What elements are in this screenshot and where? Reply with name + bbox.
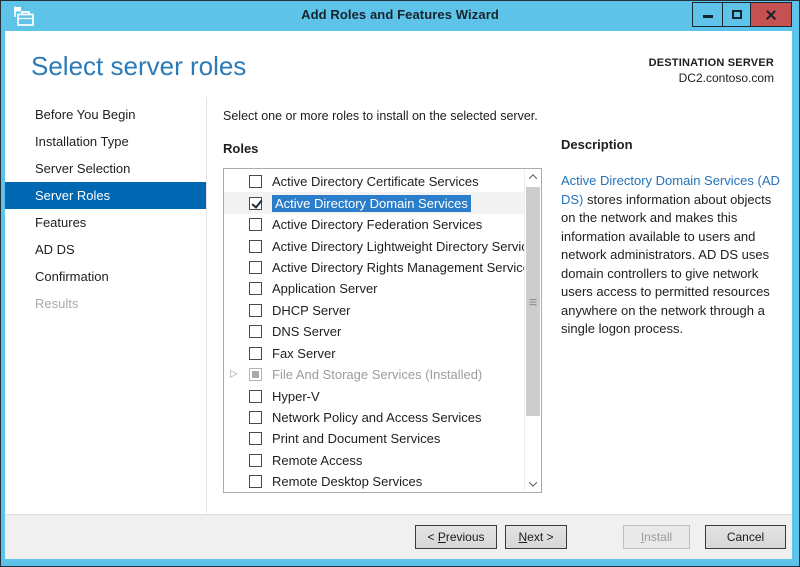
checkbox[interactable] [249,304,262,317]
role-label: Fax Server [272,346,336,361]
role-row-ad-certificate-services[interactable]: Active Directory Certificate Services [224,171,524,192]
sidebar-item-confirmation[interactable]: Confirmation [5,263,206,290]
role-label: Active Directory Certificate Services [272,174,479,189]
scrollbar-thumb[interactable] [526,187,540,416]
chevron-down-icon [529,478,537,486]
sidebar-item-before-you-begin[interactable]: Before You Begin [5,101,206,128]
checkbox[interactable] [249,325,262,338]
window-controls [693,2,792,27]
role-label: File And Storage Services (Installed) [272,367,482,382]
destination-server-value: DC2.contoso.com [649,71,774,85]
role-label: Hyper-V [272,389,320,404]
role-label: Application Server [272,281,378,296]
description-text: stores information about objects on the … [561,192,771,337]
install-button: Install [623,525,690,549]
page-title: Select server roles [31,51,246,82]
checkbox[interactable] [249,390,262,403]
roles-listbox: Active Directory Certificate Services Ac… [223,168,542,493]
role-label: Active Directory Federation Services [272,217,482,232]
role-row-dhcp-server[interactable]: DHCP Server [224,300,524,321]
description-heading: Description [561,137,789,152]
maximize-button[interactable] [722,2,751,27]
next-button[interactable]: Next > [505,525,567,549]
sidebar-item-installation-type[interactable]: Installation Type [5,128,206,155]
role-row-file-and-storage-services[interactable]: ▷ File And Storage Services (Installed) [224,364,524,385]
role-label: Remote Access [272,453,362,468]
instruction-text: Select one or more roles to install on t… [223,109,538,123]
destination-block: DESTINATION SERVER DC2.contoso.com [649,57,774,85]
role-row-ad-federation-services[interactable]: Active Directory Federation Services [224,214,524,235]
scrollbar-grip-icon [530,299,537,300]
sidebar-item-server-roles[interactable]: Server Roles [5,182,206,209]
button-text: < [427,530,437,544]
role-row-ad-lightweight-directory-services[interactable]: Active Directory Lightweight Directory S… [224,235,524,256]
role-row-remote-desktop-services[interactable]: Remote Desktop Services [224,471,524,492]
role-row-dns-server[interactable]: DNS Server [224,321,524,342]
role-label: Network Policy and Access Services [272,410,482,425]
checkbox[interactable] [249,454,262,467]
role-label: Print and Document Services [272,431,440,446]
role-row-hyper-v[interactable]: Hyper-V [224,385,524,406]
role-row-ad-domain-services[interactable]: Active Directory Domain Services [224,192,524,213]
description-panel: Description Active Directory Domain Serv… [561,137,789,339]
checkbox-indeterminate[interactable] [249,368,262,381]
role-label: Remote Desktop Services [272,474,422,489]
sidebar-separator [206,97,207,513]
titlebar: Add Roles and Features Wizard [1,1,799,31]
checkbox-checked[interactable] [249,197,262,210]
button-text: Cancel [727,530,764,544]
description-body: Active Directory Domain Services (AD DS)… [561,172,789,339]
window-title: Add Roles and Features Wizard [1,7,799,22]
button-accel: P [438,530,446,544]
wizard-steps-nav: Before You Begin Installation Type Serve… [5,101,206,317]
minimize-icon [703,15,713,18]
sidebar-item-server-selection[interactable]: Server Selection [5,155,206,182]
roles-rows: Active Directory Certificate Services Ac… [224,169,524,492]
chevron-up-icon [529,174,537,182]
checkbox[interactable] [249,347,262,360]
checkbox[interactable] [249,175,262,188]
role-row-remote-access[interactable]: Remote Access [224,450,524,471]
button-text: ext > [527,530,553,544]
checkbox[interactable] [249,240,262,253]
wizard-window: Add Roles and Features Wizard Select ser… [0,0,800,567]
role-label: DHCP Server [272,303,351,318]
role-label: Active Directory Rights Management Servi… [272,260,524,275]
sidebar-item-features[interactable]: Features [5,209,206,236]
previous-button[interactable]: < Previous [415,525,497,549]
sidebar-item-results: Results [5,290,206,317]
checkbox[interactable] [249,475,262,488]
checkbox[interactable] [249,411,262,424]
checkbox[interactable] [249,218,262,231]
role-label: DNS Server [272,324,341,339]
role-row-print-and-document-services[interactable]: Print and Document Services [224,428,524,449]
button-text: nstall [644,530,672,544]
button-text: revious [446,530,485,544]
role-row-network-policy-and-access-services[interactable]: Network Policy and Access Services [224,407,524,428]
button-accel: N [518,530,527,544]
close-button[interactable] [750,2,792,27]
role-label: Active Directory Lightweight Directory S… [272,239,524,254]
roles-list-label: Roles [223,141,258,156]
wizard-footer: < Previous Next > Install Cancel [5,514,792,559]
close-icon [764,8,778,22]
role-row-fax-server[interactable]: Fax Server [224,343,524,364]
checkbox[interactable] [249,261,262,274]
destination-server-label: DESTINATION SERVER [649,57,774,69]
minimize-button[interactable] [692,2,723,27]
wizard-content: Select server roles DESTINATION SERVER D… [5,31,792,559]
role-row-ad-rights-management-services[interactable]: Active Directory Rights Management Servi… [224,257,524,278]
checkbox[interactable] [249,432,262,445]
role-label: Active Directory Domain Services [272,195,471,212]
roles-scrollbar[interactable] [524,169,541,492]
expander-icon[interactable]: ▷ [230,369,238,379]
checkbox[interactable] [249,282,262,295]
cancel-button[interactable]: Cancel [705,525,786,549]
scroll-up-button[interactable] [525,169,541,185]
sidebar-item-ad-ds[interactable]: AD DS [5,236,206,263]
maximize-icon [732,10,742,19]
scroll-down-button[interactable] [525,476,541,492]
role-row-application-server[interactable]: Application Server [224,278,524,299]
